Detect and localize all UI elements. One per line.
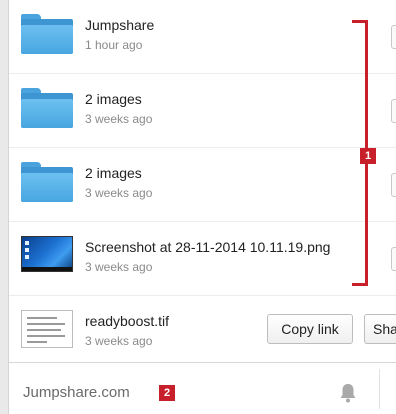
list-item[interactable]: 2 images 3 weeks ago bbox=[9, 148, 396, 222]
file-time: 3 weeks ago bbox=[85, 112, 153, 126]
footer-divider bbox=[379, 369, 380, 409]
bell-icon[interactable] bbox=[339, 383, 357, 403]
file-time: 3 weeks ago bbox=[85, 186, 153, 200]
share-button[interactable]: Sha bbox=[364, 314, 396, 344]
file-name: Jumpshare bbox=[85, 17, 155, 33]
file-list-panel: Jumpshare 1 hour ago 2 images 3 weeks ag… bbox=[8, 0, 396, 414]
file-time: 1 hour ago bbox=[85, 38, 143, 52]
footer-bar: Jumpshare.com 2 bbox=[9, 362, 396, 414]
document-thumbnail bbox=[21, 310, 73, 348]
row-action-button[interactable] bbox=[391, 99, 396, 123]
screenshot-thumbnail bbox=[21, 236, 73, 272]
folder-icon bbox=[21, 88, 73, 128]
list-item[interactable]: Screenshot at 28-11-2014 10.11.19.png 3 … bbox=[9, 222, 396, 296]
file-time: 3 weeks ago bbox=[85, 260, 153, 274]
file-name: Screenshot at 28-11-2014 10.11.19.png bbox=[85, 239, 331, 255]
row-action-button[interactable] bbox=[391, 25, 396, 49]
file-name: readyboost.tif bbox=[85, 313, 170, 329]
list-item[interactable]: Jumpshare 1 hour ago bbox=[9, 0, 396, 74]
annotation-badge-2: 2 bbox=[159, 385, 175, 401]
annotation-badge-1: 1 bbox=[360, 148, 376, 164]
row-action-button[interactable] bbox=[391, 173, 396, 197]
folder-icon bbox=[21, 14, 73, 54]
folder-icon bbox=[21, 162, 73, 202]
file-time: 3 weeks ago bbox=[85, 334, 153, 348]
site-link[interactable]: Jumpshare.com bbox=[23, 384, 130, 401]
copy-link-button[interactable]: Copy link bbox=[267, 314, 353, 344]
file-name: 2 images bbox=[85, 165, 142, 181]
list-item[interactable]: 2 images 3 weeks ago bbox=[9, 74, 396, 148]
row-action-button[interactable] bbox=[391, 247, 396, 271]
file-name: 2 images bbox=[85, 91, 142, 107]
